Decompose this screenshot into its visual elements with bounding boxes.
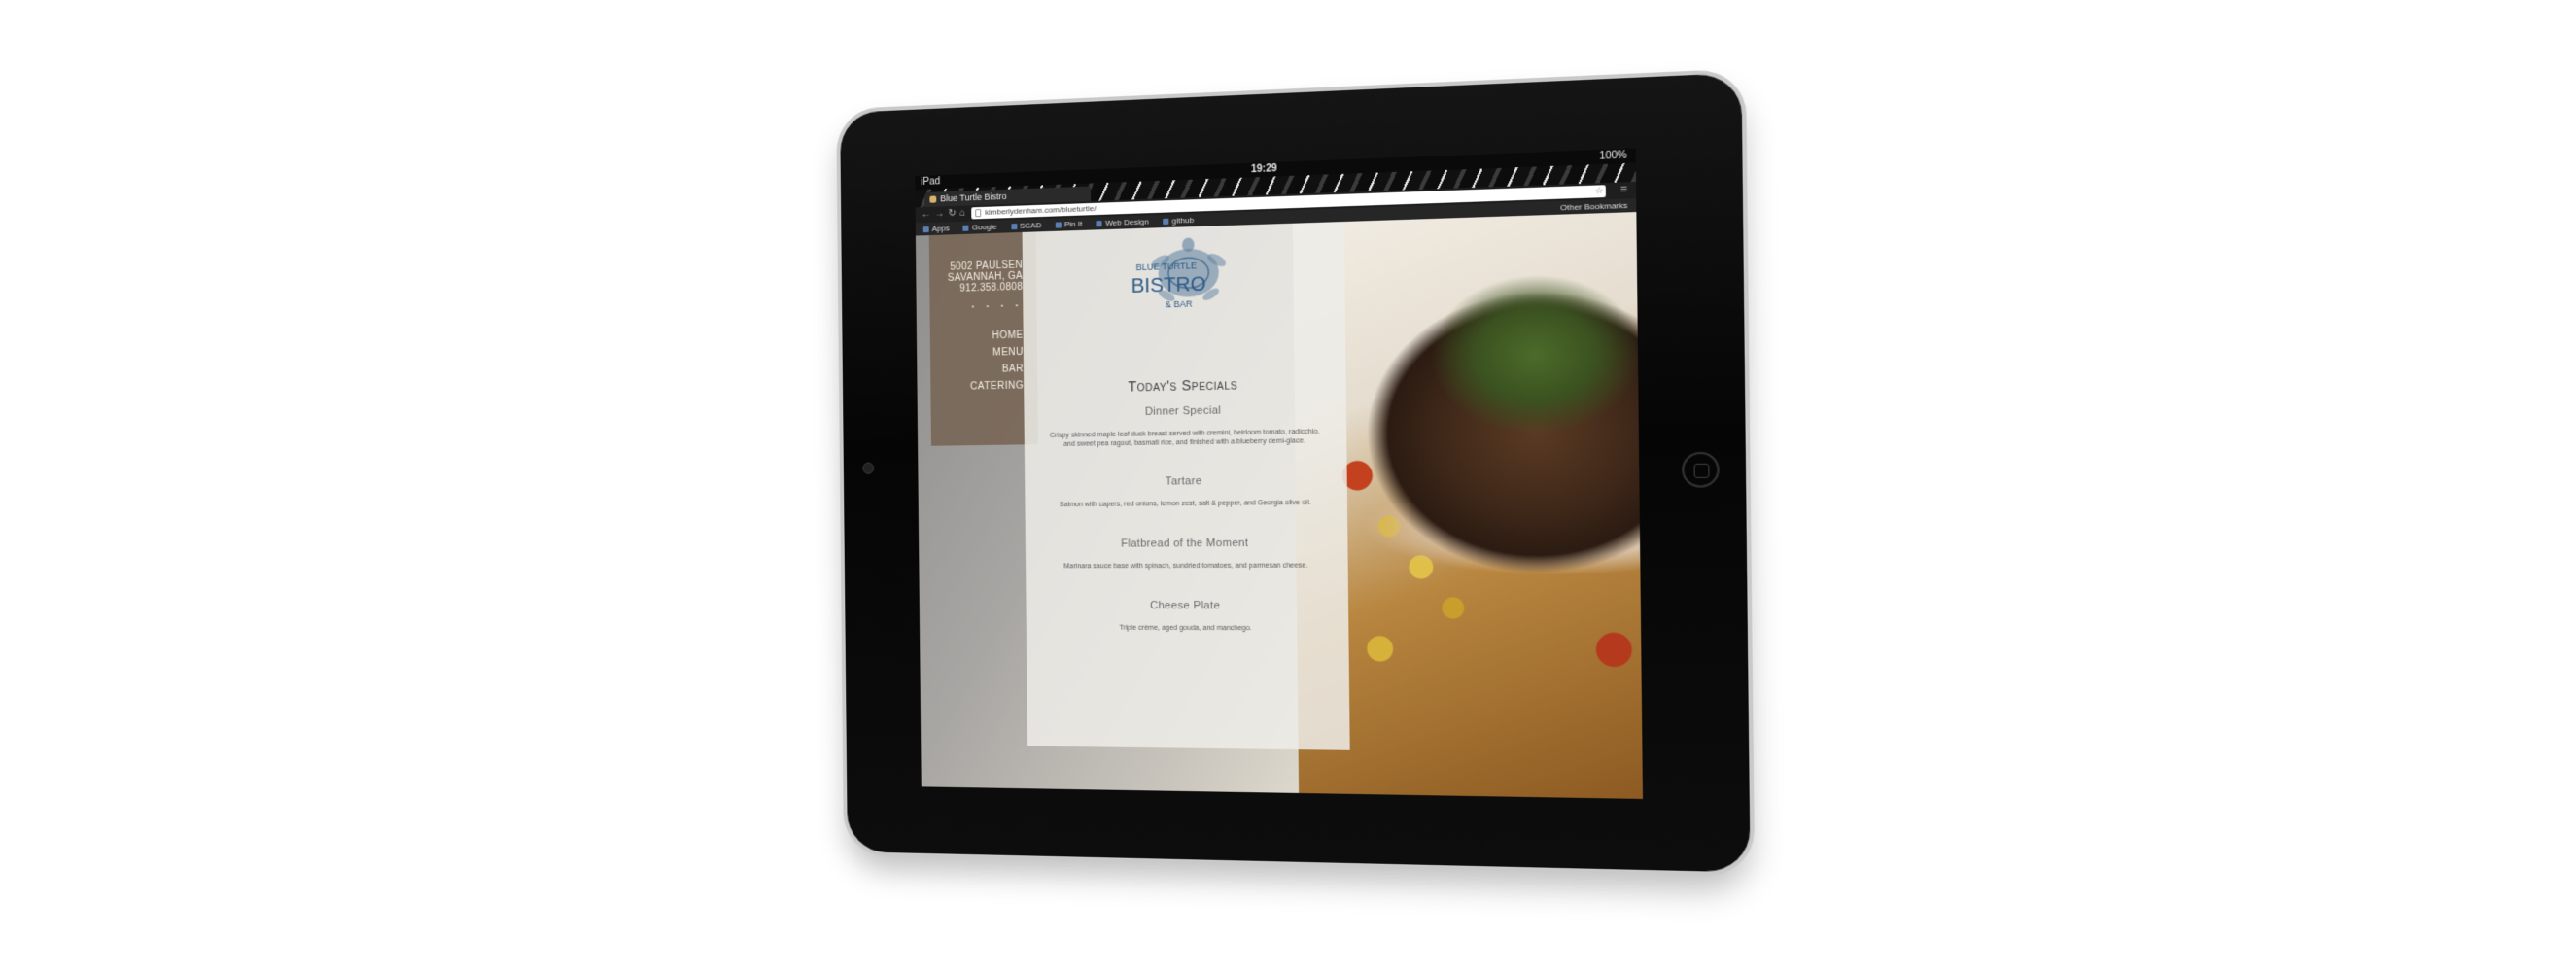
back-arrow-icon[interactable]: ← <box>922 208 931 222</box>
website: 5002 PAULSEN SAVANNAH, GA 912.358.0808 •… <box>915 212 1643 799</box>
tablet: iPad 19:29 100% Blue Turtle Bistro ← → ↻… <box>840 72 1751 873</box>
bookmark-github[interactable]: github <box>1163 214 1195 227</box>
reload-icon[interactable]: ↻ <box>948 207 956 221</box>
address-phone: 912.358.0808 <box>959 281 1024 295</box>
dish-description: Marinara sauce base with spinach, sundri… <box>1063 562 1308 571</box>
dish-name: Cheese Plate <box>1149 600 1221 612</box>
dish-item: Dinner Special Crispy skinned maple leaf… <box>1044 402 1326 449</box>
url-text: kimberlydenham.com/blueturtle/ <box>985 203 1097 217</box>
logo-line3: & BAR <box>1166 298 1193 309</box>
bookmark-pin-it[interactable]: Pin It <box>1056 218 1083 231</box>
dish-name: Dinner Special <box>1144 404 1222 418</box>
dish-item: Cheese Plate Triple crème, aged gouda, a… <box>1046 600 1328 633</box>
menu-icon[interactable]: ≡ <box>1620 183 1627 195</box>
dish-item: Flatbread of the Moment Marinara sauce b… <box>1045 537 1327 571</box>
nav-menu[interactable]: MENU <box>930 344 1024 363</box>
bookmark-scad[interactable]: SCAD <box>1011 219 1042 232</box>
dish-name: Tartare <box>1165 474 1202 488</box>
logo-line2: BISTRO <box>1131 273 1206 297</box>
nav-catering[interactable]: CATERING <box>930 377 1024 396</box>
bookmark-google[interactable]: Google <box>963 221 997 234</box>
logo-line1: BLUE TURTLE <box>1136 260 1198 272</box>
dish-name: Flatbread of the Moment <box>1120 537 1249 550</box>
dish-description: Crispy skinned maple leaf duck breast se… <box>1049 428 1320 448</box>
specials-title: Today's Specials <box>1128 376 1238 395</box>
nav-home[interactable]: HOME <box>930 327 1024 345</box>
nav-bar[interactable]: BAR <box>930 361 1024 379</box>
dish-description: Triple crème, aged gouda, and manchego. <box>1119 624 1252 633</box>
forward-arrow-icon[interactable]: → <box>934 207 944 221</box>
divider-dots: • • • • <box>971 300 1024 311</box>
dish-description: Salmon with capers, red onions, lemon ze… <box>1059 499 1311 509</box>
battery-label: 100% <box>1599 150 1627 162</box>
specials-card: BLUE TURTLE BISTRO & BAR Today's Special… <box>1022 221 1350 750</box>
tablet-screen: iPad 19:29 100% Blue Turtle Bistro ← → ↻… <box>915 148 1643 799</box>
dish-item: Tartare Salmon with capers, red onions, … <box>1044 474 1326 510</box>
camera-icon <box>862 462 875 474</box>
tablet-bezel: iPad 19:29 100% Blue Turtle Bistro ← → ↻… <box>840 72 1751 873</box>
bookmark-apps[interactable]: Apps <box>923 222 950 235</box>
home-button[interactable] <box>1681 451 1720 488</box>
star-icon[interactable]: ☆ <box>1595 185 1604 196</box>
home-icon[interactable]: ⌂ <box>959 207 965 221</box>
lock-icon <box>975 209 982 218</box>
turtle-logo: BLUE TURTLE BISTRO & BAR <box>1131 237 1229 309</box>
